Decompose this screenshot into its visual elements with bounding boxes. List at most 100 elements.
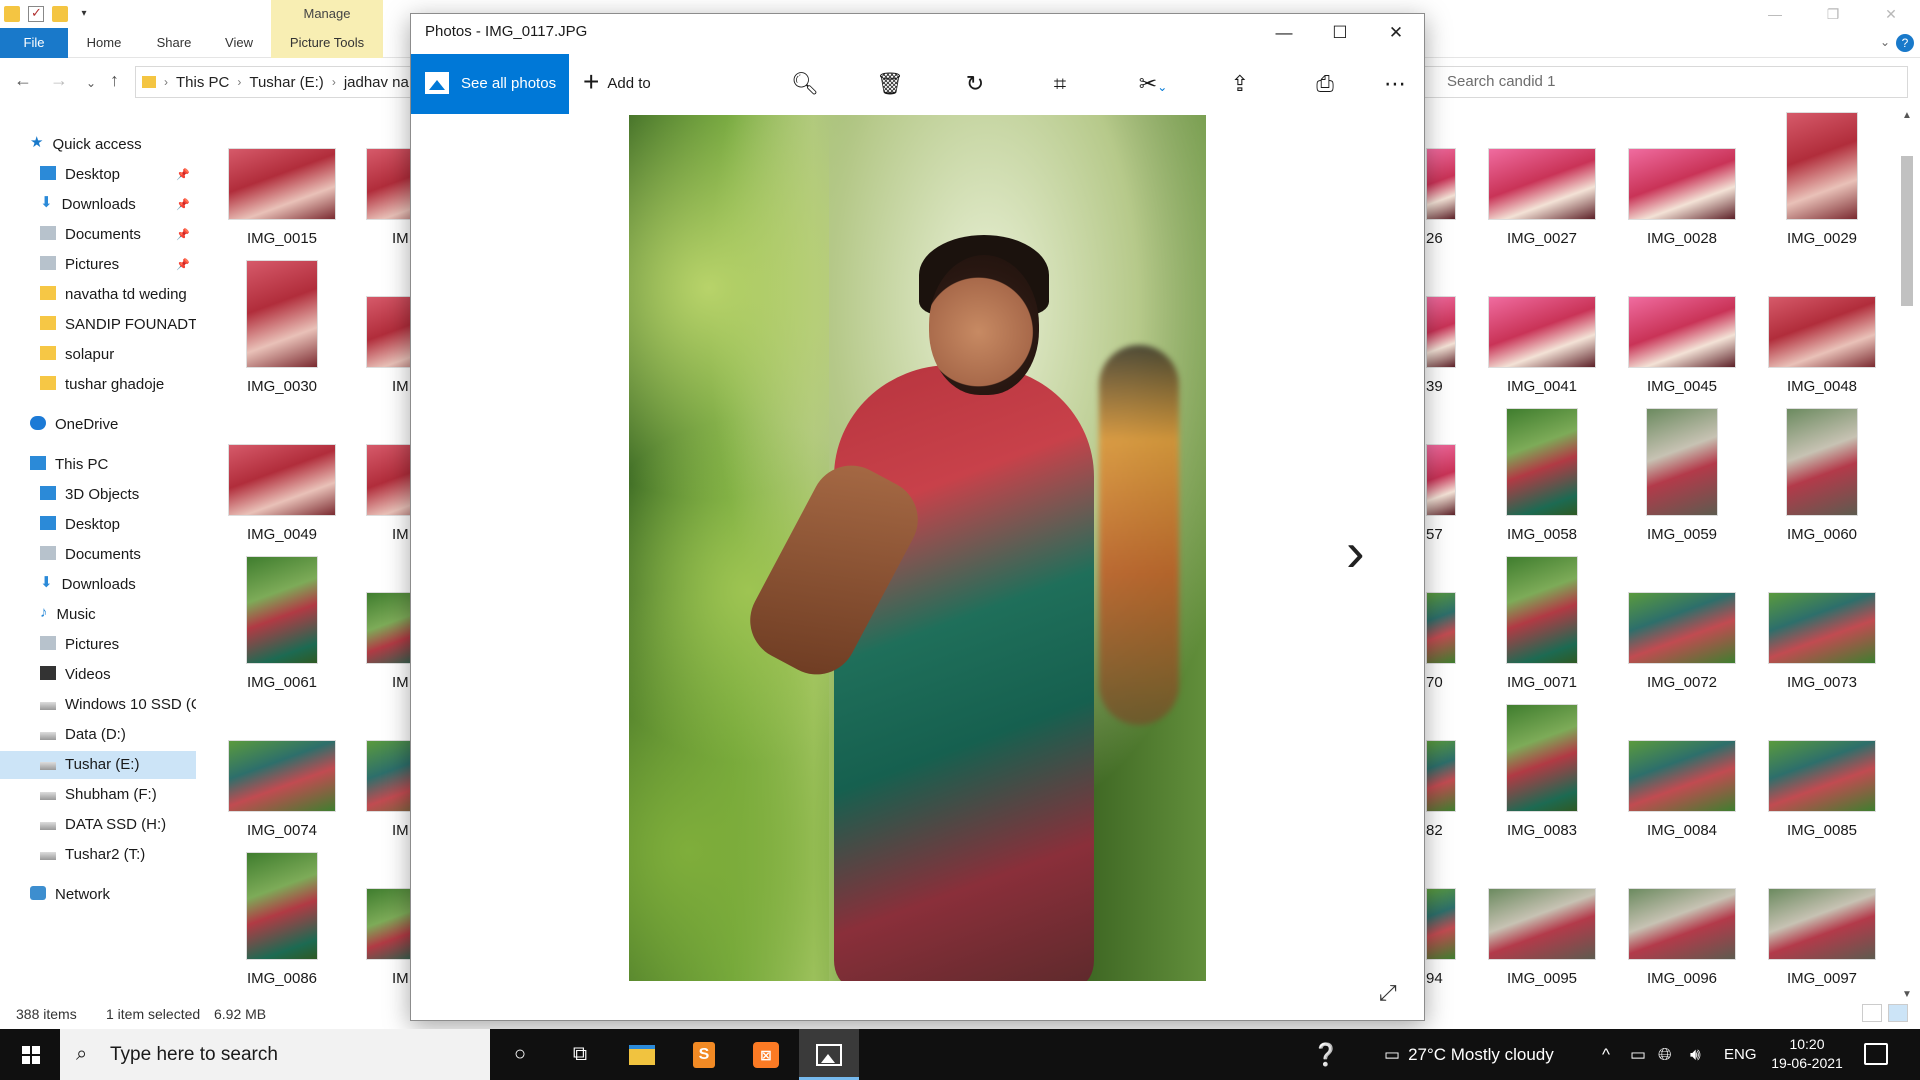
file-thumbnail[interactable]: IMG_0074 xyxy=(212,704,352,852)
restore-button[interactable]: ❐ xyxy=(1804,0,1862,28)
nav-pc-music[interactable]: ♪ Music xyxy=(40,601,196,629)
battery-icon[interactable]: ▭ xyxy=(1630,1029,1646,1080)
file-thumbnail[interactable]: IMG_0072 xyxy=(1612,556,1752,704)
file-thumbnail[interactable]: IM xyxy=(352,556,412,704)
file-explorer-app[interactable] xyxy=(612,1029,672,1080)
zoom-icon[interactable]: 🔍︎ xyxy=(789,68,821,100)
file-thumbnail[interactable]: IM xyxy=(352,260,412,408)
back-arrow-icon[interactable]: ← xyxy=(14,70,32,91)
file-thumbnail[interactable]: IMG_0073 xyxy=(1752,556,1892,704)
minimize-button[interactable]: — xyxy=(1746,0,1804,28)
nav-drive-e[interactable]: Tushar (E:) xyxy=(0,751,196,779)
manage-tab[interactable]: Manage xyxy=(271,0,383,28)
nav-pc-desktop[interactable]: Desktop xyxy=(40,511,196,539)
file-thumbnail[interactable]: IMG_0086 xyxy=(212,852,352,1000)
volume-icon[interactable]: 🔊︎ xyxy=(1690,1029,1701,1080)
print-icon[interactable]: ⎙ xyxy=(1309,68,1341,100)
file-thumbnail[interactable]: 39 xyxy=(1426,260,1460,408)
scroll-up-icon[interactable]: ▲ xyxy=(1898,110,1916,121)
crop-icon[interactable]: ⌗ xyxy=(1044,68,1076,100)
see-all-photos-button[interactable]: See all photos xyxy=(411,54,569,114)
close-button[interactable]: ✕ xyxy=(1368,14,1424,52)
large-icons-view-icon[interactable] xyxy=(1888,1004,1908,1022)
file-thumbnail[interactable]: IMG_0085 xyxy=(1752,704,1892,852)
minimize-button[interactable]: — xyxy=(1256,14,1312,52)
edit-icon[interactable]: ✂⌄ xyxy=(1129,68,1177,100)
new-folder-icon[interactable] xyxy=(52,6,68,22)
file-thumbnail[interactable]: IMG_0084 xyxy=(1612,704,1752,852)
nav-drive-t[interactable]: Tushar2 (T:) xyxy=(40,841,196,869)
file-thumbnail[interactable]: IM xyxy=(352,704,412,852)
nav-pc-documents[interactable]: Documents xyxy=(40,541,196,569)
more-icon[interactable]: ⋯ xyxy=(1379,68,1411,100)
nav-quick-desktop[interactable]: Desktop 📌 xyxy=(40,161,196,189)
file-thumbnail[interactable]: IMG_0029 xyxy=(1752,112,1892,260)
breadcrumb-this-pc[interactable]: This PC xyxy=(176,74,229,91)
file-thumbnail[interactable]: IM xyxy=(352,852,412,1000)
fullscreen-icon[interactable]: ⤢ xyxy=(1379,980,1397,1006)
details-view-icon[interactable] xyxy=(1862,1004,1882,1022)
nav-pc-3d-objects[interactable]: 3D Objects xyxy=(40,481,196,509)
scrollbar-thumb[interactable] xyxy=(1901,156,1913,306)
next-photo-icon[interactable]: › xyxy=(1346,524,1386,584)
forward-arrow-icon[interactable]: → xyxy=(50,70,68,91)
file-thumbnail[interactable]: 94 xyxy=(1426,852,1460,1000)
start-button[interactable] xyxy=(0,1029,60,1080)
rotate-icon[interactable]: ↻ xyxy=(959,68,991,100)
tab-view[interactable]: View xyxy=(218,28,260,58)
address-box[interactable]: › This PC › Tushar (E:) › jadhav na xyxy=(135,66,425,98)
file-thumbnail[interactable]: 57 xyxy=(1426,408,1460,556)
file-thumbnail[interactable]: IMG_0049 xyxy=(212,408,352,556)
weather-widget[interactable]: ▭ 27°C Mostly cloudy xyxy=(1384,1029,1554,1080)
nav-folder-sandip[interactable]: SANDIP FOUNADTI( xyxy=(40,311,196,339)
nav-drive-c[interactable]: Windows 10 SSD (C xyxy=(40,691,196,719)
breadcrumb-drive[interactable]: Tushar (E:) xyxy=(249,74,323,91)
nav-pc-videos[interactable]: Videos xyxy=(40,661,196,689)
nav-this-pc[interactable]: This PC xyxy=(30,451,108,479)
tab-home[interactable]: Home xyxy=(78,28,130,58)
nav-drive-h[interactable]: DATA SSD (H:) xyxy=(40,811,196,839)
sublime-text-app[interactable]: S xyxy=(674,1029,734,1080)
file-thumbnail[interactable]: IM xyxy=(352,408,412,556)
nav-quick-access[interactable]: ★ Quick access xyxy=(30,131,142,159)
nav-folder-navatha[interactable]: navatha td weding xyxy=(40,281,196,309)
file-thumbnail[interactable]: IMG_0097 xyxy=(1752,852,1892,1000)
up-arrow-icon[interactable]: ↑ xyxy=(110,70,119,91)
task-view-icon[interactable]: ⧉ xyxy=(550,1029,610,1080)
clock[interactable]: 10:20 19-06-2021 xyxy=(1762,1035,1852,1073)
network-globe-icon[interactable]: 🌐︎ xyxy=(1658,1029,1672,1080)
file-thumbnail[interactable]: IMG_0060 xyxy=(1752,408,1892,556)
file-thumbnail[interactable]: IMG_0027 xyxy=(1472,112,1612,260)
file-thumbnail[interactable]: 26 xyxy=(1426,112,1460,260)
xampp-app[interactable]: ⊠ xyxy=(736,1029,796,1080)
file-thumbnail[interactable]: 82 xyxy=(1426,704,1460,852)
file-thumbnail[interactable]: IMG_0061 xyxy=(212,556,352,704)
nav-network[interactable]: Network xyxy=(30,881,110,909)
customize-dropdown-icon[interactable]: ▾ xyxy=(76,6,92,22)
file-thumbnail[interactable]: IMG_0048 xyxy=(1752,260,1892,408)
file-thumbnail[interactable]: IMG_0030 xyxy=(212,260,352,408)
folder-icon[interactable] xyxy=(4,6,20,22)
nav-drive-f[interactable]: Shubham (F:) xyxy=(40,781,196,809)
maximize-button[interactable]: ☐ xyxy=(1312,14,1368,52)
tab-share[interactable]: Share xyxy=(148,28,200,58)
show-hidden-icons[interactable]: ^ xyxy=(1602,1029,1610,1080)
file-thumbnail[interactable]: IMG_0045 xyxy=(1612,260,1752,408)
file-thumbnail[interactable]: IMG_0095 xyxy=(1472,852,1612,1000)
share-icon[interactable]: ⇪ xyxy=(1224,68,1256,100)
chevron-down-icon[interactable]: ⌄ xyxy=(1880,35,1890,49)
nav-pc-downloads[interactable]: ⬇ Downloads xyxy=(40,571,196,599)
properties-icon[interactable] xyxy=(28,5,44,22)
language-indicator[interactable]: ENG xyxy=(1724,1029,1757,1080)
tab-file[interactable]: File xyxy=(0,28,68,58)
nav-quick-downloads[interactable]: ⬇ Downloads 📌 xyxy=(40,191,196,219)
file-thumbnail[interactable]: IMG_0096 xyxy=(1612,852,1752,1000)
help-tray-icon[interactable]: ❔ xyxy=(1312,1029,1339,1080)
vertical-scrollbar[interactable]: ▲ ▼ xyxy=(1898,110,1916,1000)
delete-icon[interactable]: 🗑︎ xyxy=(874,68,906,100)
file-thumbnail[interactable]: IMG_0041 xyxy=(1472,260,1612,408)
taskbar-search[interactable]: ⌕ Type here to search xyxy=(60,1029,490,1080)
tab-picture-tools[interactable]: Picture Tools xyxy=(271,28,383,58)
file-thumbnail[interactable]: 70 xyxy=(1426,556,1460,704)
search-input[interactable]: Search candid 1 xyxy=(1420,66,1908,98)
